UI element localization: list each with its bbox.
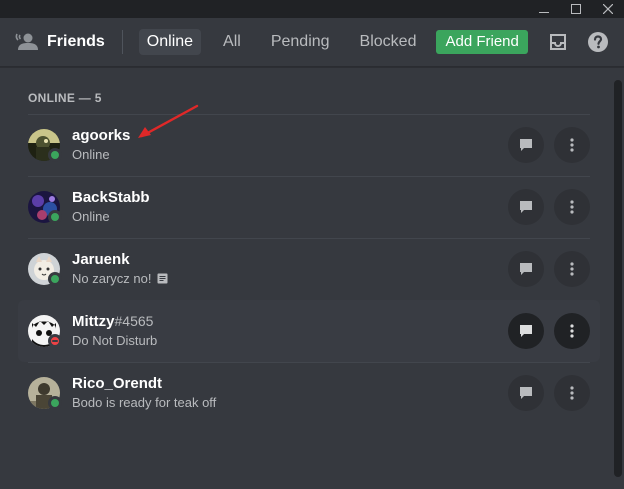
inbox-icon[interactable]	[546, 30, 570, 54]
friend-row[interactable]: agoorks Online	[18, 114, 600, 176]
message-button[interactable]	[508, 313, 544, 349]
tab-blocked[interactable]: Blocked	[352, 29, 425, 55]
friend-status-text: Online	[72, 147, 110, 162]
friends-title: Friends	[15, 30, 105, 54]
more-options-button[interactable]	[554, 313, 590, 349]
minimize-button[interactable]	[528, 0, 560, 18]
friend-name: BackStabb	[72, 189, 150, 206]
friend-discriminator: #4565	[114, 313, 154, 329]
more-options-button[interactable]	[554, 375, 590, 411]
more-vertical-icon	[570, 200, 574, 214]
maximize-button[interactable]	[560, 0, 592, 18]
more-options-button[interactable]	[554, 189, 590, 225]
friend-row[interactable]: BackStabb Online	[18, 176, 600, 238]
add-friend-button[interactable]: Add Friend	[436, 30, 528, 54]
header-divider	[121, 30, 123, 54]
row-divider	[28, 300, 590, 301]
friend-name: Mittzy#4565	[72, 313, 154, 330]
more-vertical-icon	[570, 324, 574, 338]
help-icon[interactable]	[586, 30, 610, 54]
row-divider	[28, 114, 590, 115]
more-vertical-icon	[570, 262, 574, 276]
online-status-indicator	[48, 148, 62, 162]
friend-status-text: Online	[72, 209, 110, 224]
friend-row[interactable]: Mittzy#4565 Do Not Disturb	[18, 300, 600, 362]
friend-row[interactable]: Rico_Orendt Bodo is ready for teak off	[18, 362, 600, 424]
message-button[interactable]	[508, 189, 544, 225]
friend-row[interactable]: Jaruenk No zarycz no!	[18, 238, 600, 300]
online-status-indicator	[48, 272, 62, 286]
friend-status-text: No zarycz no!	[72, 271, 168, 286]
online-count-header: ONLINE — 5	[28, 91, 102, 105]
row-divider	[28, 176, 590, 177]
friend-name: Jaruenk	[72, 251, 130, 268]
friends-wave-icon	[15, 32, 39, 52]
message-icon	[520, 387, 532, 399]
friend-name: Rico_Orendt	[72, 375, 163, 392]
tab-all[interactable]: All	[215, 29, 249, 55]
annotation-arrow	[138, 104, 199, 138]
friend-status-text: Bodo is ready for teak off	[72, 395, 217, 410]
more-options-button[interactable]	[554, 251, 590, 287]
page-title: Friends	[47, 33, 105, 50]
scrollbar[interactable]	[614, 80, 622, 477]
dnd-status-indicator	[48, 334, 62, 348]
message-button[interactable]	[508, 251, 544, 287]
tab-pending[interactable]: Pending	[263, 29, 338, 55]
online-status-indicator	[48, 210, 62, 224]
message-icon	[520, 263, 532, 275]
more-options-button[interactable]	[554, 127, 590, 163]
friend-status-text: Do Not Disturb	[72, 333, 158, 348]
friends-header: Friends Online All Pending Blocked Add F…	[0, 18, 624, 67]
message-icon	[520, 325, 532, 337]
message-button[interactable]	[508, 127, 544, 163]
more-vertical-icon	[570, 386, 574, 400]
tab-online[interactable]: Online	[138, 29, 202, 55]
window-titlebar	[0, 0, 624, 18]
online-status-indicator	[48, 396, 62, 410]
message-icon	[520, 139, 532, 151]
friend-name: agoorks	[72, 127, 131, 144]
friends-list-panel: ONLINE — 5 agoorks Online BackStabb Onli…	[0, 68, 624, 489]
message-button[interactable]	[508, 375, 544, 411]
more-vertical-icon	[570, 138, 574, 152]
row-divider	[28, 362, 590, 363]
close-window-button[interactable]	[592, 0, 624, 18]
row-divider	[28, 238, 590, 239]
custom-status-note-icon	[157, 273, 168, 284]
message-icon	[520, 201, 532, 213]
